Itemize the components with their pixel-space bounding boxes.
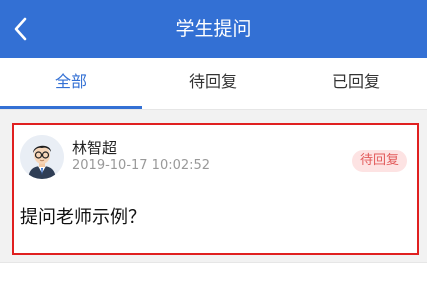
active-tab-indicator [0, 106, 142, 109]
tab-pending[interactable]: 待回复 [142, 58, 284, 110]
question-card[interactable]: 林智超 2019-10-17 10:02:52 待回复 提问老师示例？ [12, 123, 419, 255]
question-text: 提问老师示例？ [20, 207, 146, 228]
tab-all[interactable]: 全部 [0, 58, 142, 110]
avatar [20, 135, 64, 179]
user-avatar-icon [20, 135, 64, 179]
app-header: 学生提问 [0, 0, 427, 58]
tab-replied[interactable]: 已回复 [285, 58, 427, 110]
page-title: 学生提问 [175, 18, 252, 40]
status-badge: 待回复 [351, 150, 407, 172]
question-timestamp: 2019-10-17 10:02:52 [72, 158, 211, 173]
tab-bar: 全部 待回复 已回复 [0, 58, 427, 110]
next-card-partial [0, 262, 427, 287]
user-name: 林智超 [72, 139, 118, 157]
